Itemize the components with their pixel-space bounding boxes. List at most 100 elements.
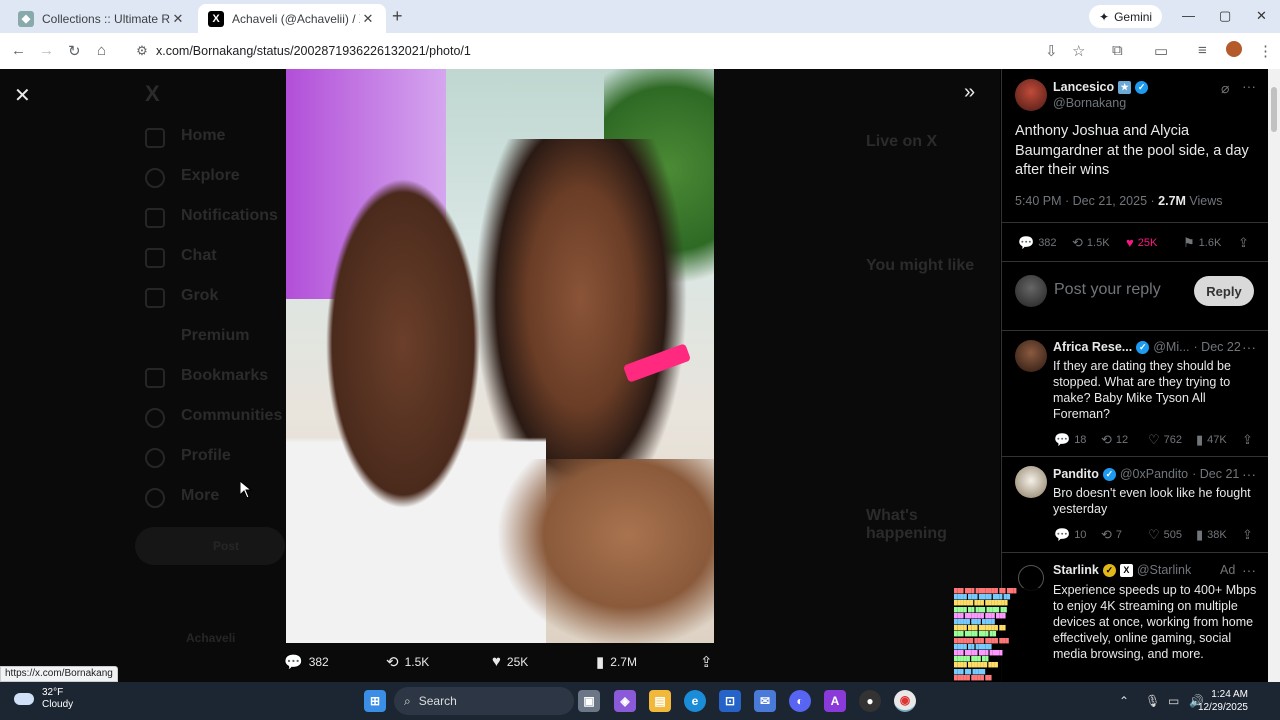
tab-achaveli[interactable]: X Achaveli (@Achavelii) / X ✕	[198, 4, 386, 33]
tweet-reply-button[interactable]: 💬 382	[1018, 235, 1057, 251]
tweet-share-button[interactable]: ⇪	[1238, 235, 1249, 251]
new-tab-icon[interactable]: +	[392, 6, 403, 27]
current-user-avatar	[1015, 275, 1047, 307]
close-window-icon[interactable]: ✕	[1256, 8, 1267, 24]
repost-icon: ⟲	[1072, 235, 1083, 250]
tweet-photo[interactable]	[286, 69, 714, 643]
reply-button[interactable]: Reply	[1194, 276, 1254, 306]
reply-name-row[interactable]: Pandito ✓ @0xPandito · Dec 21	[1053, 467, 1239, 481]
extensions-icon[interactable]: ⧉	[1112, 42, 1123, 59]
taskbar-clock[interactable]: 1:24 AM 12/29/2025	[1196, 688, 1248, 714]
media-like-button[interactable]: ♥ 25K	[492, 653, 528, 670]
post-ghost-label: Post	[213, 539, 240, 553]
weather-widget[interactable]: 32°F Cloudy	[14, 687, 73, 711]
address-bar[interactable]: ⚙ x.com/Bornakang/status/200287193622613…	[124, 37, 1024, 65]
close-tab-icon[interactable]: ✕	[170, 11, 186, 27]
adobe-icon[interactable]: A	[824, 690, 846, 712]
tweet-time[interactable]: 5:40 PM · Dec 21, 2025 ·	[1015, 194, 1158, 208]
tab-title: Collections :: Ultimate Rap Leag	[42, 11, 170, 26]
tweet-like-button[interactable]: ♥ 25K	[1126, 235, 1157, 250]
reply-repost-button[interactable]: ⟲ 7	[1101, 527, 1122, 543]
weather-temp: 32°F	[42, 687, 64, 698]
collections-favicon-icon: ◆	[18, 10, 34, 27]
split-view-icon[interactable]: ▭	[1154, 42, 1168, 60]
discord-icon[interactable]: ◐	[789, 690, 811, 712]
more-options-icon[interactable]: ···	[1242, 339, 1256, 355]
reply-repost-count: 12	[1115, 434, 1129, 446]
more-options-icon[interactable]: ···	[1242, 78, 1256, 94]
profile-avatar[interactable]	[1226, 41, 1242, 57]
home-icon[interactable]: ⌂	[97, 42, 106, 59]
microphone-icon[interactable]: 🎙	[1145, 694, 1160, 708]
divider	[1002, 330, 1268, 331]
media-controls-icon[interactable]: ≡	[1198, 42, 1207, 59]
chrome-icon[interactable]: ◉	[894, 690, 916, 712]
edge-icon[interactable]: e	[684, 690, 706, 712]
maximize-icon[interactable]: ▢	[1219, 8, 1231, 24]
media-share-button[interactable]: ⇪	[700, 653, 713, 671]
browser-menu-icon[interactable]: ⋮	[1258, 42, 1273, 60]
taskbar-search[interactable]: ⌕ Search	[394, 687, 574, 715]
tab-collections[interactable]: ◆ Collections :: Ultimate Rap Leag ✕	[8, 4, 196, 33]
windows-start-icon[interactable]: ⊞	[364, 690, 386, 712]
media-views-button[interactable]: ▮ 2.7M	[596, 653, 637, 671]
more-options-icon[interactable]: ···	[1242, 562, 1256, 578]
reply-like-button[interactable]: ♡ 762	[1148, 432, 1182, 448]
back-icon[interactable]: ←	[11, 42, 26, 59]
reply-name-row[interactable]: Africa Rese... ✓ @Mi... · Dec 22	[1053, 340, 1241, 354]
search-icon: ⌕	[404, 693, 411, 708]
clock-time: 1:24 AM	[1211, 689, 1248, 700]
author-avatar[interactable]	[1015, 79, 1047, 111]
tweet-views-count: 2.7M	[1158, 194, 1186, 208]
reload-icon[interactable]: ↻	[68, 42, 81, 60]
scrollbar-thumb[interactable]	[1271, 87, 1277, 132]
stream-chat-overlay: ███ ███ ███████ ██ ███ ████ ███ ████ ███…	[954, 588, 1050, 682]
network-icon[interactable]: ▭	[1168, 694, 1179, 708]
page-scrollbar[interactable]	[1268, 69, 1280, 682]
chat-line: █████ ████ ██	[954, 674, 992, 680]
media-reply-button[interactable]: 💬 382	[284, 653, 329, 671]
ad-name-row[interactable]: Starlink ✓ X @Starlink	[1053, 563, 1191, 577]
reply-repost-button[interactable]: ⟲ 12	[1101, 432, 1128, 448]
close-tab-icon[interactable]: ✕	[360, 11, 376, 27]
reply-reply-button[interactable]: 💬 10	[1054, 527, 1086, 543]
file-explorer-icon[interactable]: ▤	[649, 690, 671, 712]
tray-chevron-icon[interactable]: ⌃	[1119, 694, 1129, 708]
reply-input[interactable]: Post your reply	[1054, 281, 1161, 299]
gemini-button[interactable]: ✦ Gemini	[1089, 5, 1163, 28]
install-app-icon[interactable]: ⇩	[1045, 42, 1058, 60]
forward-icon[interactable]: →	[39, 42, 54, 59]
site-info-icon[interactable]: ⚙	[130, 43, 154, 59]
minimize-icon[interactable]: —	[1182, 8, 1195, 23]
reply-like-button[interactable]: ♡ 505	[1148, 527, 1182, 543]
reply-reply-button[interactable]: 💬 18	[1054, 432, 1086, 448]
media-reply-count: 382	[308, 655, 329, 669]
expand-panel-icon[interactable]: »	[964, 81, 975, 104]
more-ghost-icon	[145, 488, 165, 508]
copilot-icon[interactable]: ◈	[614, 690, 636, 712]
media-repost-button[interactable]: ⟲ 1.5K	[386, 653, 429, 671]
reply-avatar[interactable]	[1015, 340, 1047, 372]
tweet-repost-button[interactable]: ⟲ 1.5K	[1072, 235, 1110, 251]
close-viewer-icon[interactable]: ✕	[14, 83, 31, 108]
tweet-bookmark-button[interactable]: ⚑ 1.6K	[1183, 235, 1221, 251]
bookmark-star-icon[interactable]: ☆	[1072, 42, 1085, 60]
obs-icon[interactable]: ●	[859, 690, 881, 712]
reply-share-button[interactable]: ⇪	[1242, 432, 1253, 448]
reply-avatar[interactable]	[1015, 466, 1047, 498]
browser-tab-bar: ◆ Collections :: Ultimate Rap Leag ✕ X A…	[0, 0, 1280, 33]
store-icon[interactable]: ⊡	[719, 690, 741, 712]
author-handle-row: @Bornakang	[1053, 96, 1126, 110]
reply-date: · Dec 22	[1193, 340, 1241, 354]
more-options-icon[interactable]: ···	[1242, 466, 1256, 482]
outlook-icon[interactable]: ✉	[754, 690, 776, 712]
tweet-views-label: Views	[1185, 194, 1223, 208]
gold-verified-badge-icon: ✓	[1102, 563, 1116, 577]
reply-views-button[interactable]: ▮ 38K	[1196, 527, 1227, 543]
reply-views-button[interactable]: ▮ 47K	[1196, 432, 1227, 448]
nav-communities: Communities	[181, 407, 283, 424]
grok-explain-icon[interactable]: ⌀	[1221, 80, 1229, 97]
task-view-icon[interactable]: ▣	[578, 690, 600, 712]
reply-share-button[interactable]: ⇪	[1242, 527, 1253, 543]
author-name-row[interactable]: Lancesico ★ ✓	[1053, 80, 1149, 94]
